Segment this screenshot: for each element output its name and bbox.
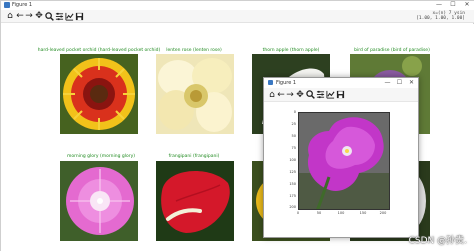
window-title: Figure 1 (12, 2, 33, 8)
popup-window-title: Figure 1 (276, 80, 297, 86)
save-icon[interactable] (74, 12, 84, 21)
popup-zoom-icon[interactable] (305, 90, 315, 100)
y-tick-label: 25 (291, 122, 296, 126)
watermark: CSDN @孙贵. (408, 236, 467, 246)
flower-image-5 (60, 161, 138, 241)
caption-5: morning glory (morning glory) (67, 154, 135, 159)
y-tick-label: 75 (291, 146, 296, 150)
x-tick-label: 100 (337, 211, 345, 215)
popup-app-icon (268, 80, 273, 85)
flower-image-2 (156, 54, 234, 134)
pan-icon[interactable]: ✥ (34, 12, 44, 21)
configure-subplots-icon[interactable] (54, 12, 64, 21)
x-tick-label: 200 (379, 211, 387, 215)
x-tick-label: 0 (296, 211, 300, 215)
popup-figure-window: Figure 1 — ☐ ✕ ⌂ ← → ✥ 0 25 50 75 100 12… (263, 77, 419, 238)
app-icon (4, 2, 10, 8)
title-bar: Figure 1 — ☐ ✕ (1, 1, 474, 10)
close-button[interactable]: ✕ (461, 1, 473, 10)
y-tick-label: 100 (289, 158, 296, 162)
popup-pan-icon[interactable]: ✥ (295, 90, 305, 100)
caption-2: lenten rose (lenten rose) (166, 48, 222, 53)
popup-image-axes[interactable] (298, 112, 390, 210)
y-tick-label: 175 (289, 194, 296, 198)
x-tick-label: 150 (359, 211, 367, 215)
popup-navigation-toolbar: ⌂ ← → ✥ (264, 88, 418, 102)
forward-icon[interactable]: → (24, 12, 34, 21)
popup-edit-axis-icon[interactable] (325, 90, 335, 100)
y-tick-label: 150 (289, 182, 296, 186)
navigation-toolbar: ⌂ ← → ✥ (1, 10, 474, 23)
y-tick-label: 50 (291, 134, 296, 138)
coordinates-line-2: [1.00, 1.00, 1.00] (416, 16, 465, 21)
flower-image-1 (60, 54, 138, 134)
edit-axis-icon[interactable] (64, 12, 74, 21)
popup-save-icon[interactable] (335, 90, 345, 100)
popup-maximize-button[interactable]: ☐ (394, 78, 405, 88)
minimize-button[interactable]: — (433, 1, 445, 10)
caption-4: bird of paradise (bird of paradise) (354, 48, 430, 53)
zoom-icon[interactable] (44, 12, 54, 21)
caption-1: hard-leaved pocket orchid (hard-leaved p… (37, 48, 161, 53)
y-tick-label: 200 (289, 205, 296, 209)
cursor-coordinates: x=(n) 7 ysin [1.00, 1.00, 1.00] (416, 11, 465, 21)
popup-forward-icon[interactable]: → (285, 90, 295, 100)
popup-configure-subplots-icon[interactable] (315, 90, 325, 100)
caption-3: thorn apple (thorn apple) (262, 48, 320, 53)
y-tick-label: 0 (293, 110, 296, 114)
popup-title-bar: Figure 1 — ☐ ✕ (264, 78, 418, 88)
flower-image-6 (156, 161, 234, 241)
maximize-button[interactable]: ☐ (447, 1, 459, 10)
popup-close-button[interactable]: ✕ (406, 78, 417, 88)
figure-window: Figure 1 — ☐ ✕ ⌂ ← → ✥ x=(n) 7 ysin [1.0… (0, 0, 474, 252)
home-icon[interactable]: ⌂ (5, 12, 15, 21)
x-tick-label: 50 (316, 211, 322, 215)
caption-6: frangipani (frangipani) (168, 154, 220, 159)
popup-minimize-button[interactable]: — (382, 78, 393, 88)
y-tick-label: 125 (289, 170, 296, 174)
